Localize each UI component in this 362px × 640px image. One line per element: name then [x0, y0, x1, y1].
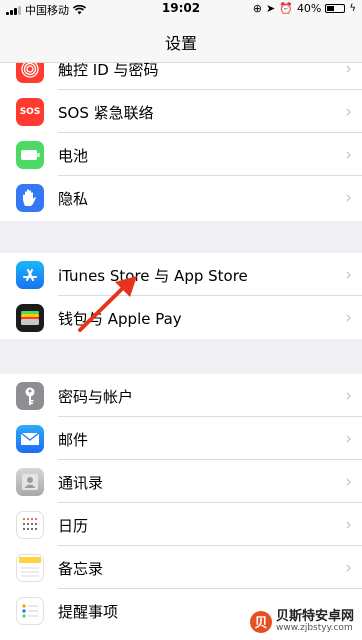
row-label: 通讯录 [58, 474, 104, 492]
nav-bar: 设置 [0, 18, 362, 63]
settings-group-1: 触控 ID 与密码 › SOS SOS 紧急联络 › 电池 › 隐私 › [0, 62, 362, 221]
row-notes[interactable]: 备忘录 › [0, 546, 362, 589]
row-label: 电池 [58, 147, 89, 165]
sos-icon-text: SOS [19, 107, 41, 117]
status-bar: 中国移动 19:02 ⊕ ➤ ⏰ 40% ϟ [0, 0, 362, 18]
settings-list[interactable]: 触控 ID 与密码 › SOS SOS 紧急联络 › 电池 › 隐私 › iTu… [0, 62, 362, 640]
app-store-icon [16, 261, 44, 289]
row-label: 密码与帐户 [58, 388, 134, 406]
settings-group-2: iTunes Store 与 App Store › 钱包与 Apple Pay… [0, 253, 362, 339]
row-label: 邮件 [58, 431, 89, 449]
chevron-right-icon: › [345, 265, 352, 285]
page-title: 设置 [164, 34, 197, 53]
chevron-right-icon: › [345, 558, 352, 578]
row-sos[interactable]: SOS SOS 紧急联络 › [0, 90, 362, 133]
fingerprint-icon [16, 62, 44, 83]
row-battery[interactable]: 电池 › [0, 133, 362, 176]
watermark-text: 贝斯特安卓网 www.zjbstyy.com [275, 608, 354, 634]
chevron-right-icon: › [345, 62, 352, 79]
row-contacts[interactable]: 通讯录 › [0, 460, 362, 503]
row-calendar[interactable]: 日历 › [0, 503, 362, 546]
battery-percent: 40% [296, 2, 322, 15]
chevron-right-icon: › [345, 515, 352, 535]
row-label: 提醒事项 [58, 603, 119, 621]
row-privacy[interactable]: 隐私 › [0, 176, 362, 219]
calendar-icon [16, 511, 44, 539]
row-label: 备忘录 [58, 560, 104, 578]
row-itunes-app-store[interactable]: iTunes Store 与 App Store › [0, 253, 362, 296]
chevron-right-icon: › [345, 472, 352, 492]
chevron-right-icon: › [345, 188, 352, 208]
row-label: 触控 ID 与密码 [58, 62, 159, 79]
row-label: 隐私 [58, 190, 89, 208]
battery-icon [16, 141, 44, 169]
settings-group-3: 密码与帐户 › 邮件 › 通讯录 › 日历 › 备忘录 › 提醒事项 [0, 374, 362, 640]
row-passwords-accounts[interactable]: 密码与帐户 › [0, 374, 362, 417]
status-right: ⊕ ➤ ⏰ 40% ϟ [253, 2, 356, 15]
contacts-icon [16, 468, 44, 496]
chevron-right-icon: › [345, 145, 352, 165]
reminders-icon [16, 597, 44, 625]
sos-icon: SOS [16, 98, 44, 126]
watermark-url: www.zjbstyy.com [275, 623, 353, 634]
chevron-right-icon: › [345, 102, 352, 122]
notes-icon [16, 554, 44, 582]
key-icon [16, 382, 44, 410]
watermark-title: 贝斯特安卓网 [275, 608, 354, 624]
watermark: 贝 贝斯特安卓网 www.zjbstyy.com [245, 607, 358, 636]
row-wallet[interactable]: 钱包与 Apple Pay › [0, 296, 362, 339]
annotation-arrow-icon [78, 276, 137, 332]
watermark-logo-icon: 贝 [249, 610, 272, 633]
wallet-icon [16, 304, 44, 332]
chevron-right-icon: › [345, 429, 352, 449]
lock-rotation-icon: ⊕ [252, 2, 263, 15]
chevron-right-icon: › [345, 386, 352, 406]
chevron-right-icon: › [345, 308, 352, 328]
battery-status-icon [325, 4, 346, 13]
alarm-icon: ⏰ [279, 2, 293, 15]
charging-icon: ϟ [349, 3, 356, 14]
row-label: 日历 [58, 517, 89, 535]
row-touch-id[interactable]: 触控 ID 与密码 › [0, 62, 362, 90]
location-icon: ➤ [266, 2, 276, 15]
hand-icon [16, 184, 44, 212]
row-mail[interactable]: 邮件 › [0, 417, 362, 460]
mail-icon [16, 425, 44, 453]
row-label: SOS 紧急联络 [58, 104, 154, 122]
